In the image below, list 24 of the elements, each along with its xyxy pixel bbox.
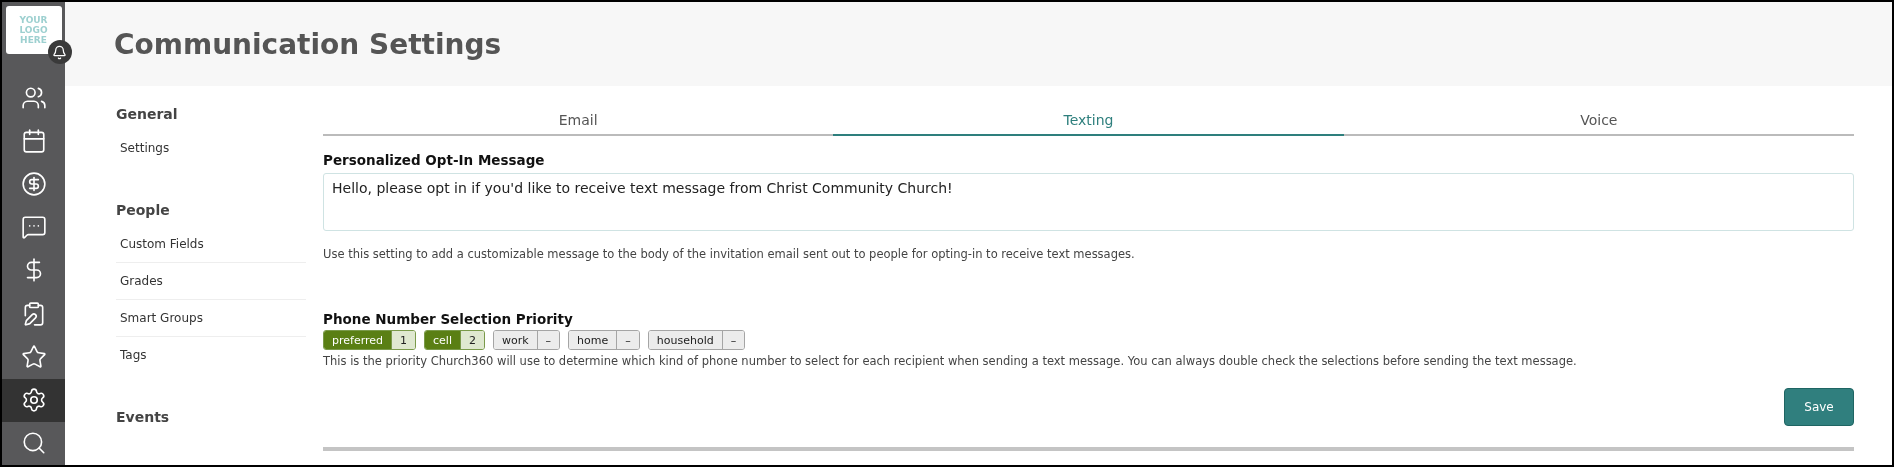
save-button[interactable]: Save: [1784, 388, 1854, 426]
nav-item[interactable]: Grades: [116, 263, 306, 300]
priority-chip[interactable]: home –: [568, 330, 640, 350]
priority-chip[interactable]: preferred 1: [323, 330, 417, 350]
nav-item[interactable]: Settings: [116, 130, 306, 166]
tab[interactable]: Voice: [1343, 104, 1854, 136]
message-field[interactable]: Hello, please opt in if you'd like to receive text message from Christ Community Church!: [323, 173, 1854, 231]
help-text: Use this setting to add a customizable message to the body of the invitation email sent out to people for opting-in to receive text messages.: [323, 247, 1136, 261]
nav-heading: Events: [116, 409, 171, 425]
field-label: Personalized Opt-In Message: [323, 152, 546, 168]
nav-heading: People: [116, 202, 171, 218]
priority-chip[interactable]: cell 2: [424, 330, 485, 350]
priority-chip[interactable]: household –: [647, 330, 746, 350]
nav-item[interactable]: Smart Groups: [116, 300, 306, 337]
settings-icon[interactable]: [2, 378, 65, 422]
nav-item[interactable]: Custom Fields: [116, 226, 306, 263]
tab[interactable]: Email: [323, 104, 834, 136]
page-title: Communication Settings: [114, 27, 502, 61]
priority-chip[interactable]: work –: [492, 330, 561, 350]
nav-item[interactable]: Tags: [116, 337, 306, 373]
nav-heading: General: [116, 106, 179, 122]
help-text: This is the priority Church360 will use to determine which kind of phone number to select for each recipient when sending a text message. You can always double check the selections before sending the text message.: [323, 354, 1578, 368]
field-label: Phone Number Selection Priority: [323, 311, 574, 327]
tab[interactable]: Texting: [833, 104, 1344, 136]
